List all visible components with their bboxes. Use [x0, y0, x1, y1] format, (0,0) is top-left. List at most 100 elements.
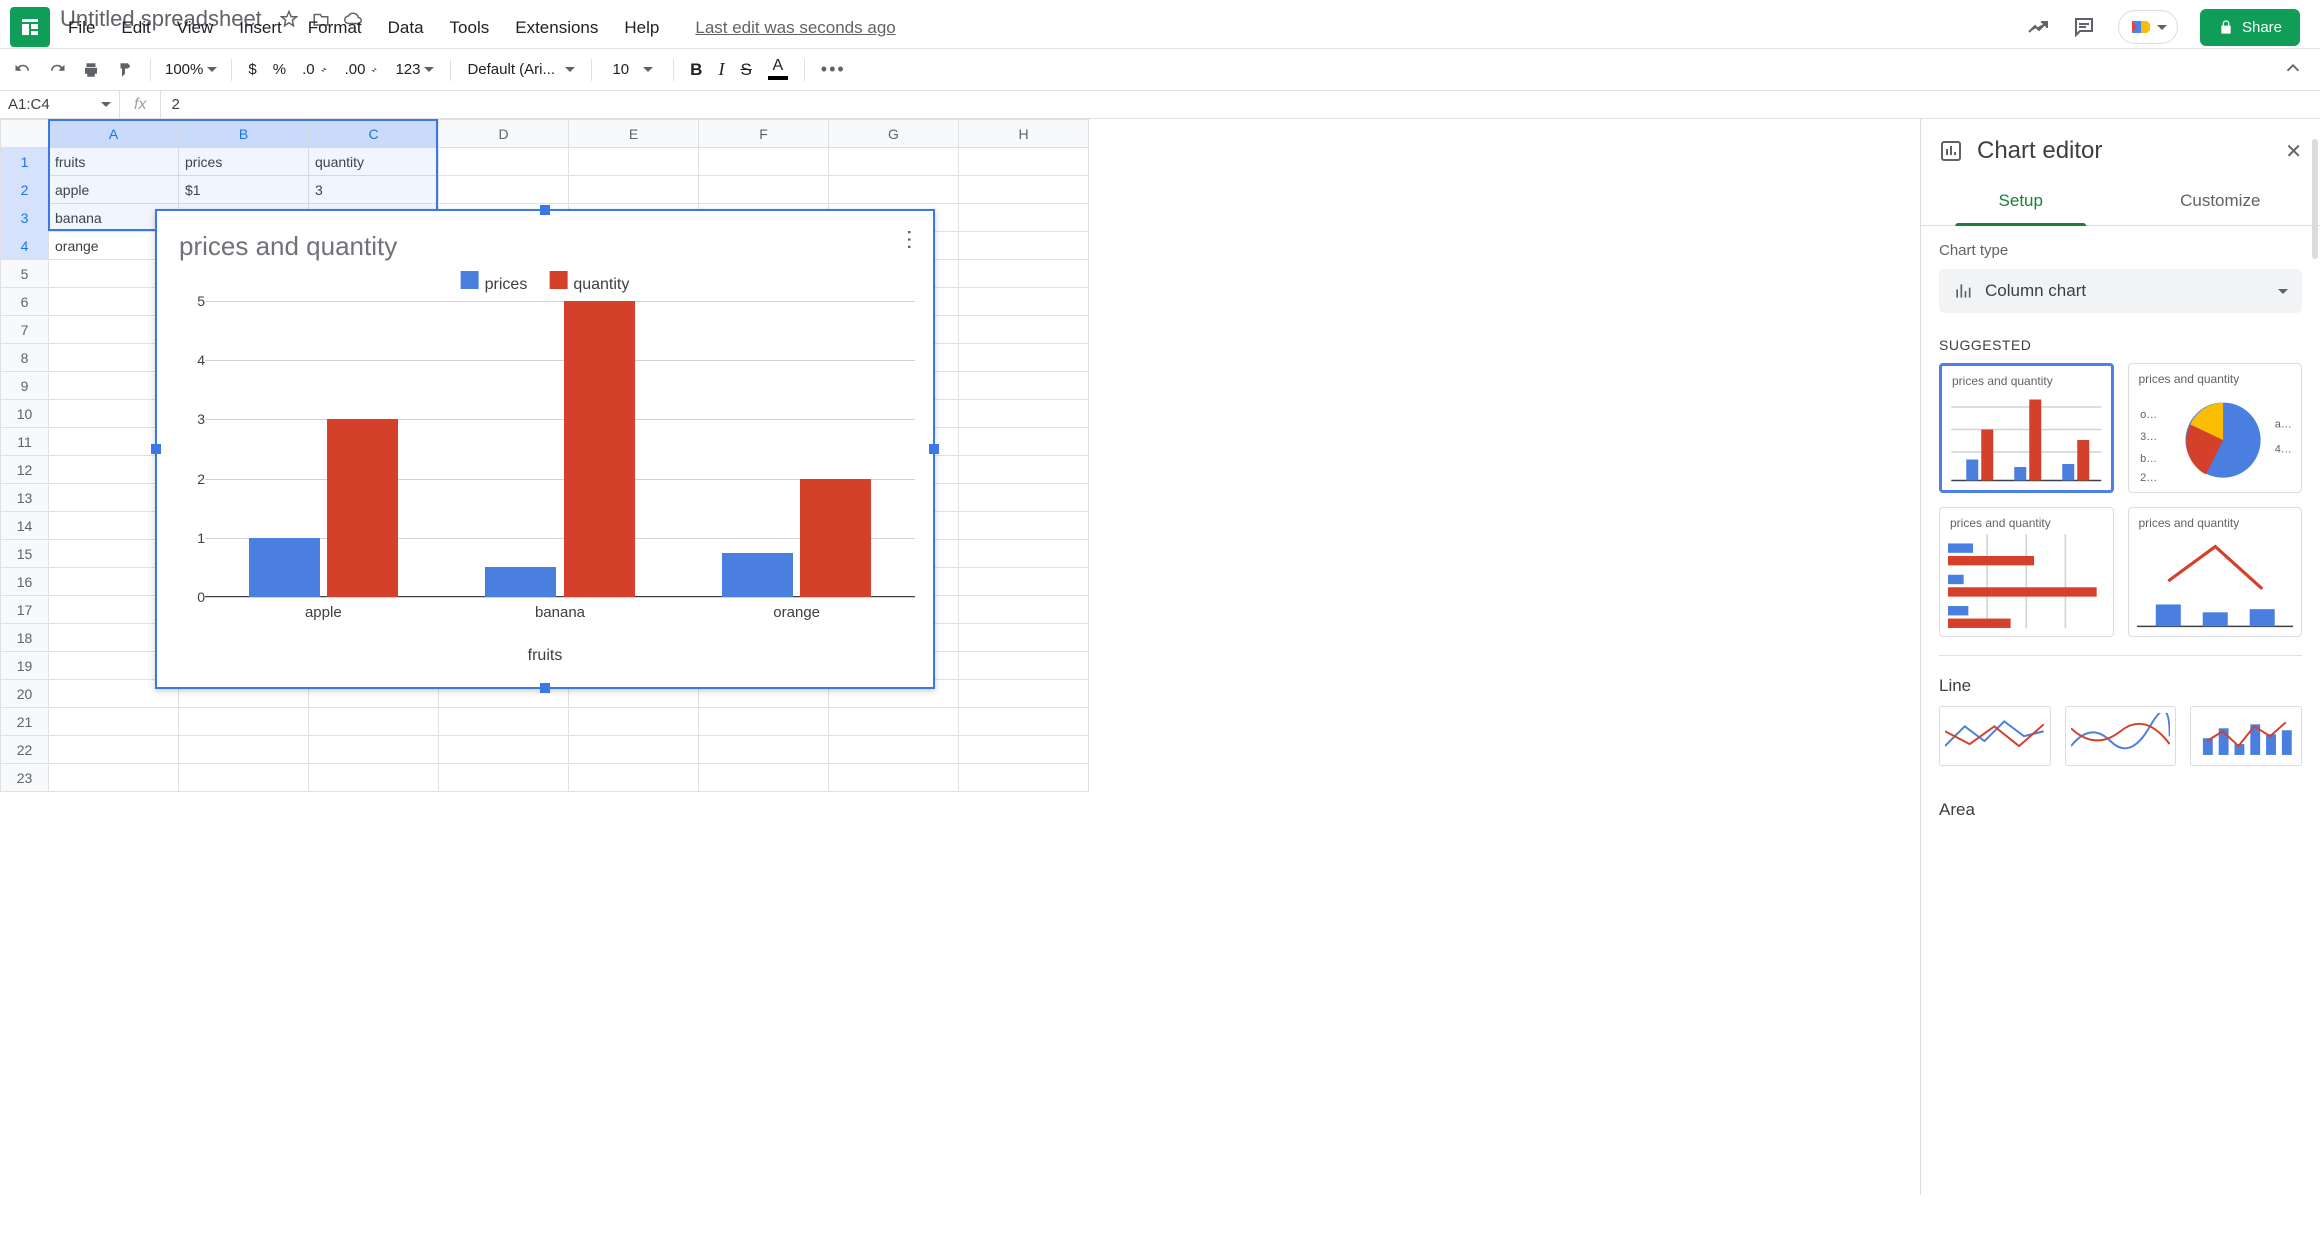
cell-B23[interactable] — [179, 764, 309, 792]
comments-icon[interactable] — [2072, 15, 2096, 39]
chart-bar[interactable] — [327, 419, 398, 597]
cell-G23[interactable] — [829, 764, 959, 792]
row-header-3[interactable]: 3 — [1, 204, 49, 232]
cell-H12[interactable] — [959, 456, 1089, 484]
row-header-14[interactable]: 14 — [1, 512, 49, 540]
bold-button[interactable]: B — [684, 56, 708, 84]
cell-H5[interactable] — [959, 260, 1089, 288]
zoom-select[interactable]: 100% — [161, 61, 221, 78]
percent-button[interactable]: % — [267, 57, 292, 82]
col-header-A[interactable]: A — [49, 120, 179, 148]
row-header-10[interactable]: 10 — [1, 400, 49, 428]
col-header-G[interactable]: G — [829, 120, 959, 148]
row-header-16[interactable]: 16 — [1, 568, 49, 596]
col-header-F[interactable]: F — [699, 120, 829, 148]
resize-handle[interactable] — [540, 683, 550, 693]
cell-B22[interactable] — [179, 736, 309, 764]
menu-file[interactable]: File — [68, 18, 95, 38]
resize-handle[interactable] — [151, 444, 161, 454]
text-color-button[interactable]: A — [762, 56, 794, 84]
resize-handle[interactable] — [540, 205, 550, 215]
cell-C22[interactable] — [309, 736, 439, 764]
cell-H1[interactable] — [959, 148, 1089, 176]
menu-tools[interactable]: Tools — [450, 18, 490, 38]
cell-H23[interactable] — [959, 764, 1089, 792]
dec-decrease-button[interactable]: .0 — [296, 57, 335, 82]
col-header-H[interactable]: H — [959, 120, 1089, 148]
col-header-C[interactable]: C — [309, 120, 439, 148]
row-header-18[interactable]: 18 — [1, 624, 49, 652]
row-header-17[interactable]: 17 — [1, 596, 49, 624]
cell-A1[interactable]: fruits — [49, 148, 179, 176]
cell-A23[interactable] — [49, 764, 179, 792]
cell-H22[interactable] — [959, 736, 1089, 764]
cell-C2[interactable]: 3 — [309, 176, 439, 204]
col-header-E[interactable]: E — [569, 120, 699, 148]
cell-G2[interactable] — [829, 176, 959, 204]
font-size-select[interactable]: 10 — [602, 61, 663, 78]
star-icon[interactable] — [280, 10, 298, 28]
cell-C23[interactable] — [309, 764, 439, 792]
menu-help[interactable]: Help — [624, 18, 659, 38]
cell-H13[interactable] — [959, 484, 1089, 512]
cell-H14[interactable] — [959, 512, 1089, 540]
cell-E1[interactable] — [569, 148, 699, 176]
last-edit-link[interactable]: Last edit was seconds ago — [695, 18, 895, 38]
cell-A21[interactable] — [49, 708, 179, 736]
cell-C21[interactable] — [309, 708, 439, 736]
row-header-1[interactable]: 1 — [1, 148, 49, 176]
tab-customize[interactable]: Customize — [2121, 177, 2320, 225]
col-header-B[interactable]: B — [179, 120, 309, 148]
cell-H6[interactable] — [959, 288, 1089, 316]
panel-scrollbar[interactable] — [2312, 139, 2318, 259]
cell-B2[interactable]: $1 — [179, 176, 309, 204]
line-chart-option-1[interactable] — [1939, 706, 2051, 766]
name-box[interactable]: A1:C4 — [0, 91, 120, 118]
cell-D23[interactable] — [439, 764, 569, 792]
cell-H16[interactable] — [959, 568, 1089, 596]
row-header-20[interactable]: 20 — [1, 680, 49, 708]
cell-H20[interactable] — [959, 680, 1089, 708]
print-button[interactable] — [76, 57, 106, 83]
cell-A2[interactable]: apple — [49, 176, 179, 204]
italic-button[interactable]: I — [712, 55, 730, 84]
row-header-23[interactable]: 23 — [1, 764, 49, 792]
share-button[interactable]: Share — [2200, 9, 2300, 46]
cell-E23[interactable] — [569, 764, 699, 792]
cell-B1[interactable]: prices — [179, 148, 309, 176]
resize-handle[interactable] — [929, 444, 939, 454]
paint-format-button[interactable] — [110, 57, 140, 83]
suggested-pie-chart[interactable]: prices and quantity o… a… 4… 3… b… 2… — [2128, 363, 2303, 493]
cell-F21[interactable] — [699, 708, 829, 736]
cell-D22[interactable] — [439, 736, 569, 764]
cell-G22[interactable] — [829, 736, 959, 764]
cell-H21[interactable] — [959, 708, 1089, 736]
row-header-7[interactable]: 7 — [1, 316, 49, 344]
cell-F2[interactable] — [699, 176, 829, 204]
menu-data[interactable]: Data — [388, 18, 424, 38]
cell-H15[interactable] — [959, 540, 1089, 568]
row-header-4[interactable]: 4 — [1, 232, 49, 260]
menu-extensions[interactable]: Extensions — [515, 18, 598, 38]
cell-C1[interactable]: quantity — [309, 148, 439, 176]
cell-G1[interactable] — [829, 148, 959, 176]
cell-H8[interactable] — [959, 344, 1089, 372]
cell-H11[interactable] — [959, 428, 1089, 456]
row-header-12[interactable]: 12 — [1, 456, 49, 484]
row-header-15[interactable]: 15 — [1, 540, 49, 568]
row-header-2[interactable]: 2 — [1, 176, 49, 204]
row-header-13[interactable]: 13 — [1, 484, 49, 512]
trend-icon[interactable] — [2026, 15, 2050, 39]
cell-E2[interactable] — [569, 176, 699, 204]
chart-bar[interactable] — [485, 567, 556, 597]
row-header-19[interactable]: 19 — [1, 652, 49, 680]
cell-E21[interactable] — [569, 708, 699, 736]
app-icon[interactable] — [10, 7, 50, 47]
redo-button[interactable] — [42, 57, 72, 83]
cell-H3[interactable] — [959, 204, 1089, 232]
tab-setup[interactable]: Setup — [1921, 177, 2121, 225]
line-chart-option-3[interactable] — [2190, 706, 2302, 766]
row-header-22[interactable]: 22 — [1, 736, 49, 764]
chart-bar[interactable] — [249, 538, 320, 597]
formula-bar[interactable]: 2 — [161, 96, 189, 113]
